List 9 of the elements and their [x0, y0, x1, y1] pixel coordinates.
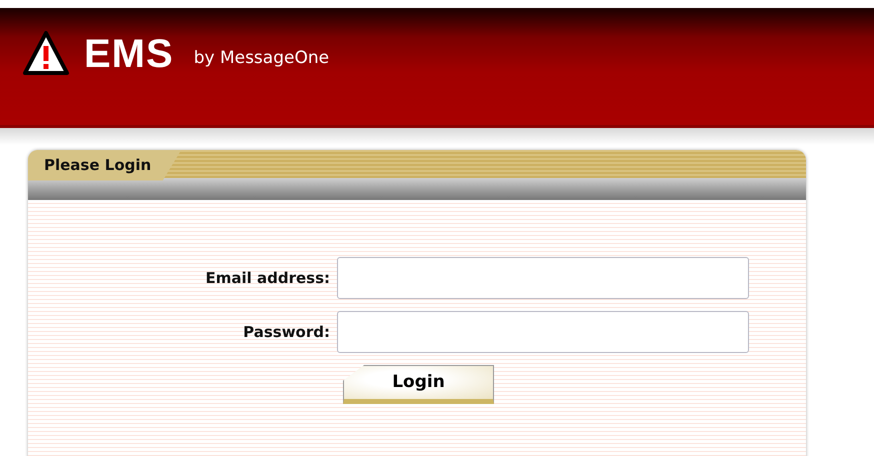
login-button[interactable]: Login: [343, 365, 494, 404]
input-field[interactable]: [337, 257, 749, 299]
input-field[interactable]: [337, 311, 749, 353]
field-label: Email address:: [204, 268, 331, 289]
field-label: Password:: [242, 322, 331, 343]
warning-icon: [22, 30, 70, 76]
logo-text: EMS: [84, 34, 174, 74]
tagline: by MessageOne: [194, 47, 330, 70]
panel-title: Please Login: [28, 150, 182, 180]
